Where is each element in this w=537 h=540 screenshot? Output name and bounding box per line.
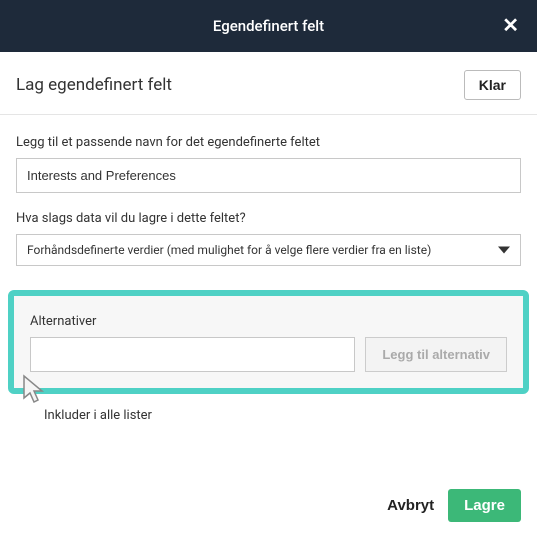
field-name-label: Legg til et passende navn for det egende… <box>16 135 521 150</box>
include-all-lists-row: Inkluder i alle lister <box>0 394 537 423</box>
footer-actions: Avbryt Lagre <box>387 489 521 522</box>
chevron-down-icon <box>498 247 510 254</box>
field-type-select[interactable]: Forhåndsdefinerte verdier (med mulighet … <box>16 234 521 266</box>
field-name-input[interactable] <box>16 158 521 193</box>
form-body: Legg til et passende navn for det egende… <box>0 115 537 290</box>
save-button[interactable]: Lagre <box>448 489 521 522</box>
include-all-lists-label: Inkluder i alle lister <box>44 408 152 423</box>
field-type-value: Forhåndsdefinerte verdier (med mulighet … <box>27 243 431 257</box>
alternative-input[interactable] <box>30 337 355 372</box>
alternatives-label: Alternativer <box>30 314 507 329</box>
cancel-button[interactable]: Avbryt <box>387 497 434 514</box>
modal-header: Egendefinert felt ✕ <box>0 0 537 52</box>
field-type-label: Hva slags data vil du lagre i dette felt… <box>16 211 521 226</box>
field-name-group: Legg til et passende navn for det egende… <box>16 135 521 193</box>
modal-title: Egendefinert felt <box>213 17 324 35</box>
alternatives-box: Alternativer Legg til alternativ <box>8 290 529 394</box>
close-icon: ✕ <box>502 15 519 37</box>
close-button[interactable]: ✕ <box>502 16 519 36</box>
alternatives-row: Legg til alternativ <box>30 337 507 372</box>
section-header: Lag egendefinert felt Klar <box>0 52 537 115</box>
add-alternative-button[interactable]: Legg til alternativ <box>365 337 507 372</box>
klar-button[interactable]: Klar <box>464 70 521 100</box>
section-title: Lag egendefinert felt <box>16 75 172 95</box>
field-type-group: Hva slags data vil du lagre i dette felt… <box>16 211 521 266</box>
